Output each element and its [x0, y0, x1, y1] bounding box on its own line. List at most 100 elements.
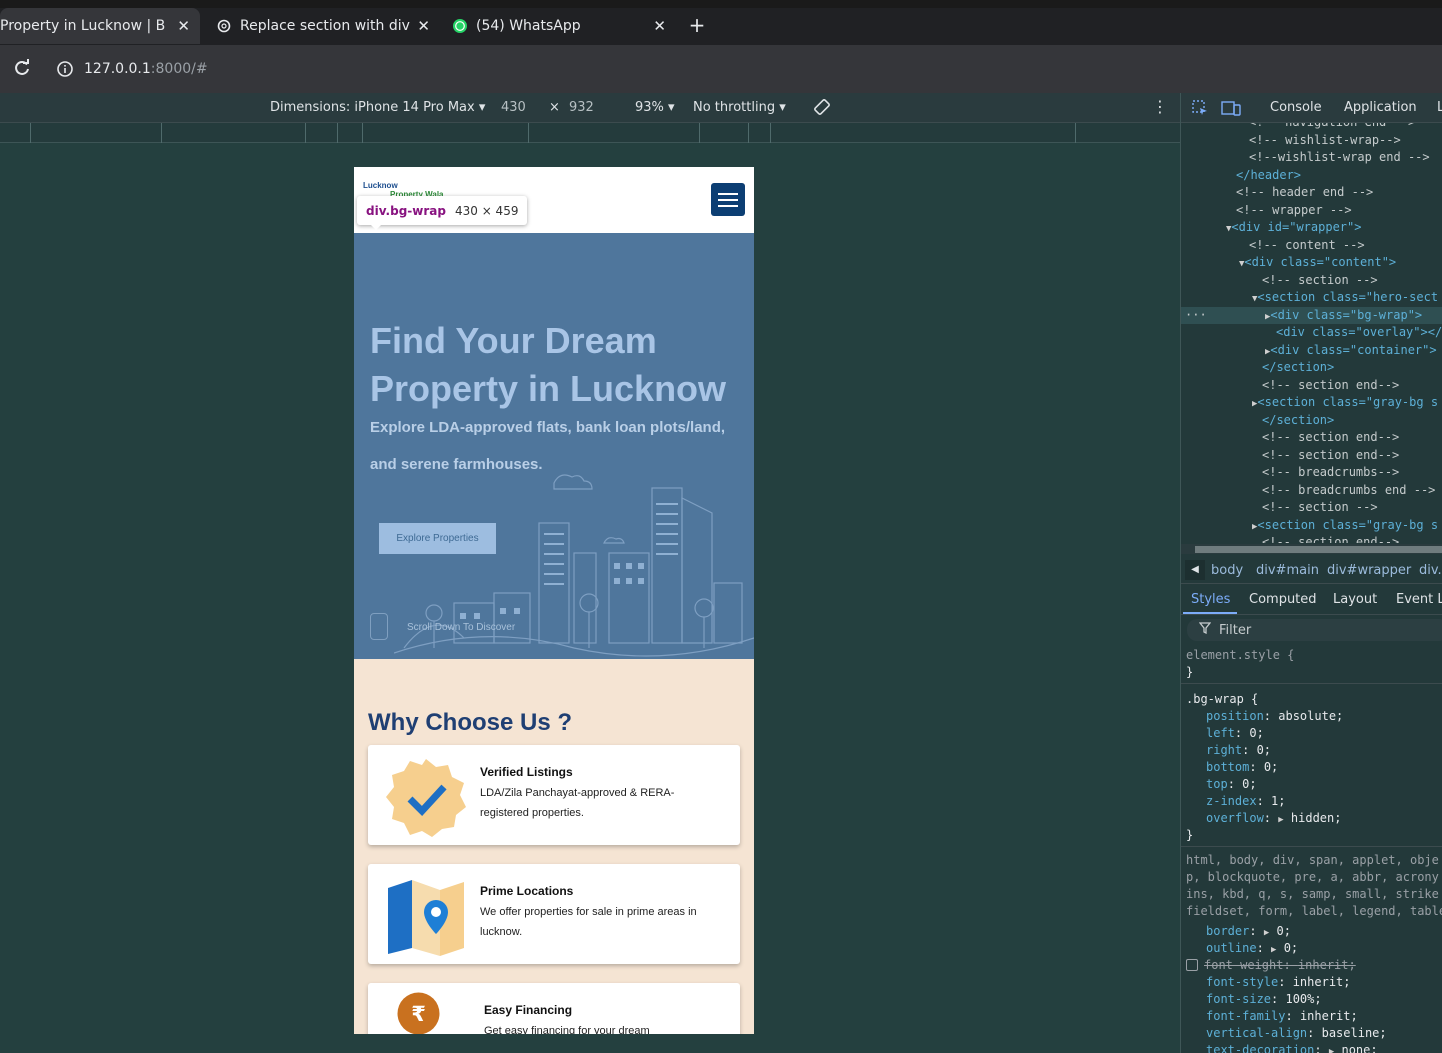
address-bar[interactable]: 127.0.0.1:8000/# — [44, 53, 1442, 85]
tab-console[interactable]: Console — [1270, 100, 1322, 115]
tab-layout[interactable]: Layout — [1333, 592, 1377, 607]
tab-event-listeners[interactable]: Event Li — [1396, 592, 1442, 607]
throttling-select[interactable]: No throttling ▾ — [693, 100, 786, 115]
dom-node[interactable]: ▶<section class="gray-bg s — [1252, 394, 1438, 411]
dimension-times: × — [549, 100, 560, 115]
dom-breadcrumbs: ◀ body div#main div#wrapper div.c — [1181, 556, 1442, 584]
dom-node[interactable]: ▼<div id="wrapper"> — [1226, 219, 1361, 236]
breadcrumb-body[interactable]: body — [1211, 563, 1243, 578]
dom-node[interactable]: ▼<section class="hero-sect — [1252, 289, 1438, 306]
css-property[interactable]: vertical-align: baseline; — [1206, 1025, 1387, 1042]
reset-selector[interactable]: ins, kbd, q, s, samp, small, strike — [1186, 886, 1439, 903]
chevron-down-icon: ▾ — [668, 100, 675, 115]
dom-node[interactable]: ▶<section class="gray-bg s — [1252, 517, 1438, 534]
height-input[interactable]: 932 — [569, 100, 594, 115]
css-property[interactable]: font-family: inherit; — [1206, 1008, 1358, 1025]
map-pin-icon — [388, 880, 464, 956]
dom-node[interactable]: </section> — [1262, 412, 1334, 429]
browser-toolbar: 127.0.0.1:8000/# — [0, 45, 1442, 93]
dom-node[interactable]: <div class="overlay"></ — [1276, 324, 1442, 341]
tab-property[interactable]: Property in Lucknow | Bu ✕ — [0, 8, 200, 44]
tab-chatgpt[interactable]: Replace section with div ✕ — [204, 8, 440, 44]
rule-close: } — [1186, 665, 1194, 679]
rule-close: } — [1186, 828, 1194, 842]
css-property-disabled[interactable]: font-weight: inherit; — [1186, 957, 1356, 974]
dom-node[interactable]: ▼<div class="content"> — [1239, 254, 1396, 271]
devtools-tabs: Console Application L — [1181, 93, 1442, 123]
css-property[interactable]: bottom: 0; — [1206, 759, 1278, 776]
card-description: Get easy financing for your dream — [484, 1025, 650, 1034]
inspect-selector: div.bg-wrap — [366, 203, 446, 218]
active-tab-underline — [1183, 612, 1237, 614]
horizontal-scrollbar[interactable] — [1181, 544, 1442, 554]
css-property[interactable]: left: 0; — [1206, 725, 1264, 742]
rule-selector[interactable]: .bg-wrap { — [1186, 691, 1258, 708]
chevron-down-icon: ▾ — [478, 100, 486, 115]
dom-node[interactable]: <!-- header end --> — [1236, 184, 1373, 201]
dom-node[interactable]: <!-- section --> — [1262, 272, 1378, 289]
dom-node-selected[interactable]: ··· ▶<div class="bg-wrap"> — [1181, 307, 1442, 324]
device-toggle-icon[interactable] — [1221, 99, 1241, 121]
dom-node[interactable]: <!-- wishlist-wrap--> — [1249, 132, 1401, 149]
breadcrumb-wrapper[interactable]: div#wrapper — [1327, 563, 1411, 578]
css-property[interactable]: text-decoration: ▶ none; — [1206, 1042, 1378, 1053]
dom-node[interactable]: <!-- breadcrumbs end --> — [1262, 482, 1435, 499]
reset-selector[interactable]: fieldset, form, label, legend, table — [1186, 903, 1442, 920]
css-property[interactable]: font-style: inherit; — [1206, 974, 1351, 991]
reload-icon[interactable] — [12, 58, 34, 80]
dom-node[interactable]: <!-- breadcrumbs--> — [1262, 464, 1399, 481]
css-property[interactable]: position: absolute; — [1206, 708, 1343, 725]
mouse-scroll-icon — [370, 613, 388, 640]
dimensions-select[interactable]: Dimensions: iPhone 14 Pro Max ▾ — [270, 100, 485, 115]
device-toolbar: Dimensions: iPhone 14 Pro Max ▾ 430 × 93… — [0, 93, 1180, 123]
dom-node[interactable]: <!-- section end--> — [1262, 534, 1399, 543]
dom-node[interactable]: <!-- navigation end --> — [1249, 123, 1415, 131]
breadcrumb-main[interactable]: div#main — [1256, 563, 1319, 578]
tab-more[interactable]: L — [1437, 100, 1442, 115]
site-info-icon[interactable] — [56, 60, 74, 78]
tab-computed[interactable]: Computed — [1249, 592, 1317, 607]
tab-application[interactable]: Application — [1344, 100, 1417, 115]
dom-node[interactable]: </section> — [1262, 359, 1334, 376]
site-header: Lucknow Property Wala An ISO 9001 : 2015… — [354, 167, 754, 233]
reset-selector[interactable]: html, body, div, span, applet, obje — [1186, 852, 1439, 869]
new-tab-icon[interactable]: + — [686, 14, 708, 36]
dom-node[interactable]: <!-- section end--> — [1262, 377, 1399, 394]
css-property[interactable]: z-index: 1; — [1206, 793, 1285, 810]
hamburger-menu-button[interactable] — [711, 183, 745, 216]
dom-node[interactable]: <!-- content --> — [1249, 237, 1365, 254]
devtools-panel: Console Application L <!-- navigation en… — [1180, 93, 1442, 1053]
width-input[interactable]: 430 — [501, 100, 526, 115]
dom-node[interactable]: <!-- wrapper --> — [1236, 202, 1352, 219]
close-tab-icon[interactable]: ✕ — [417, 17, 430, 35]
rotate-icon[interactable] — [812, 97, 832, 121]
card-title: Easy Financing — [484, 1003, 573, 1017]
styles-filter-input[interactable]: Filter — [1187, 619, 1442, 641]
dom-node[interactable]: <!-- section --> — [1262, 499, 1378, 516]
breadcrumb-back-icon[interactable]: ◀ — [1185, 560, 1205, 580]
inspect-element-icon[interactable] — [1191, 99, 1209, 121]
explore-properties-button[interactable]: Explore Properties — [379, 523, 496, 554]
tab-whatsapp[interactable]: (54) WhatsApp ✕ — [440, 8, 676, 44]
more-options-icon[interactable]: ⋮ — [1152, 97, 1168, 116]
breadcrumb-div[interactable]: div.c — [1419, 563, 1442, 578]
dom-node[interactable]: ▶<div class="container"> — [1265, 342, 1437, 359]
zoom-select[interactable]: 93% ▾ — [635, 100, 675, 115]
dom-node[interactable]: <!-- section end--> — [1262, 447, 1399, 464]
verified-badge-icon — [386, 759, 466, 837]
close-tab-icon[interactable]: ✕ — [177, 17, 190, 35]
css-property[interactable]: overflow: ▶ hidden; — [1206, 810, 1341, 829]
property-checkbox[interactable] — [1186, 959, 1198, 971]
dom-node[interactable]: <!--wishlist-wrap end --> — [1249, 149, 1430, 166]
hero-title: Find Your Dream Property in Lucknow — [370, 320, 727, 409]
dom-node[interactable]: </header> — [1236, 167, 1301, 184]
reset-selector[interactable]: p, blockquote, pre, a, abbr, acrony — [1186, 869, 1439, 886]
css-property[interactable]: font-size: 100%; — [1206, 991, 1322, 1008]
url-host: 127.0.0.1 — [84, 61, 151, 77]
close-tab-icon[interactable]: ✕ — [653, 17, 666, 35]
tab-styles[interactable]: Styles — [1191, 592, 1230, 607]
css-property[interactable]: top: 0; — [1206, 776, 1257, 793]
css-property[interactable]: right: 0; — [1206, 742, 1271, 759]
dom-node[interactable]: <!-- section end--> — [1262, 429, 1399, 446]
scroll-down-link[interactable]: Scroll Down To Discover — [407, 622, 515, 633]
